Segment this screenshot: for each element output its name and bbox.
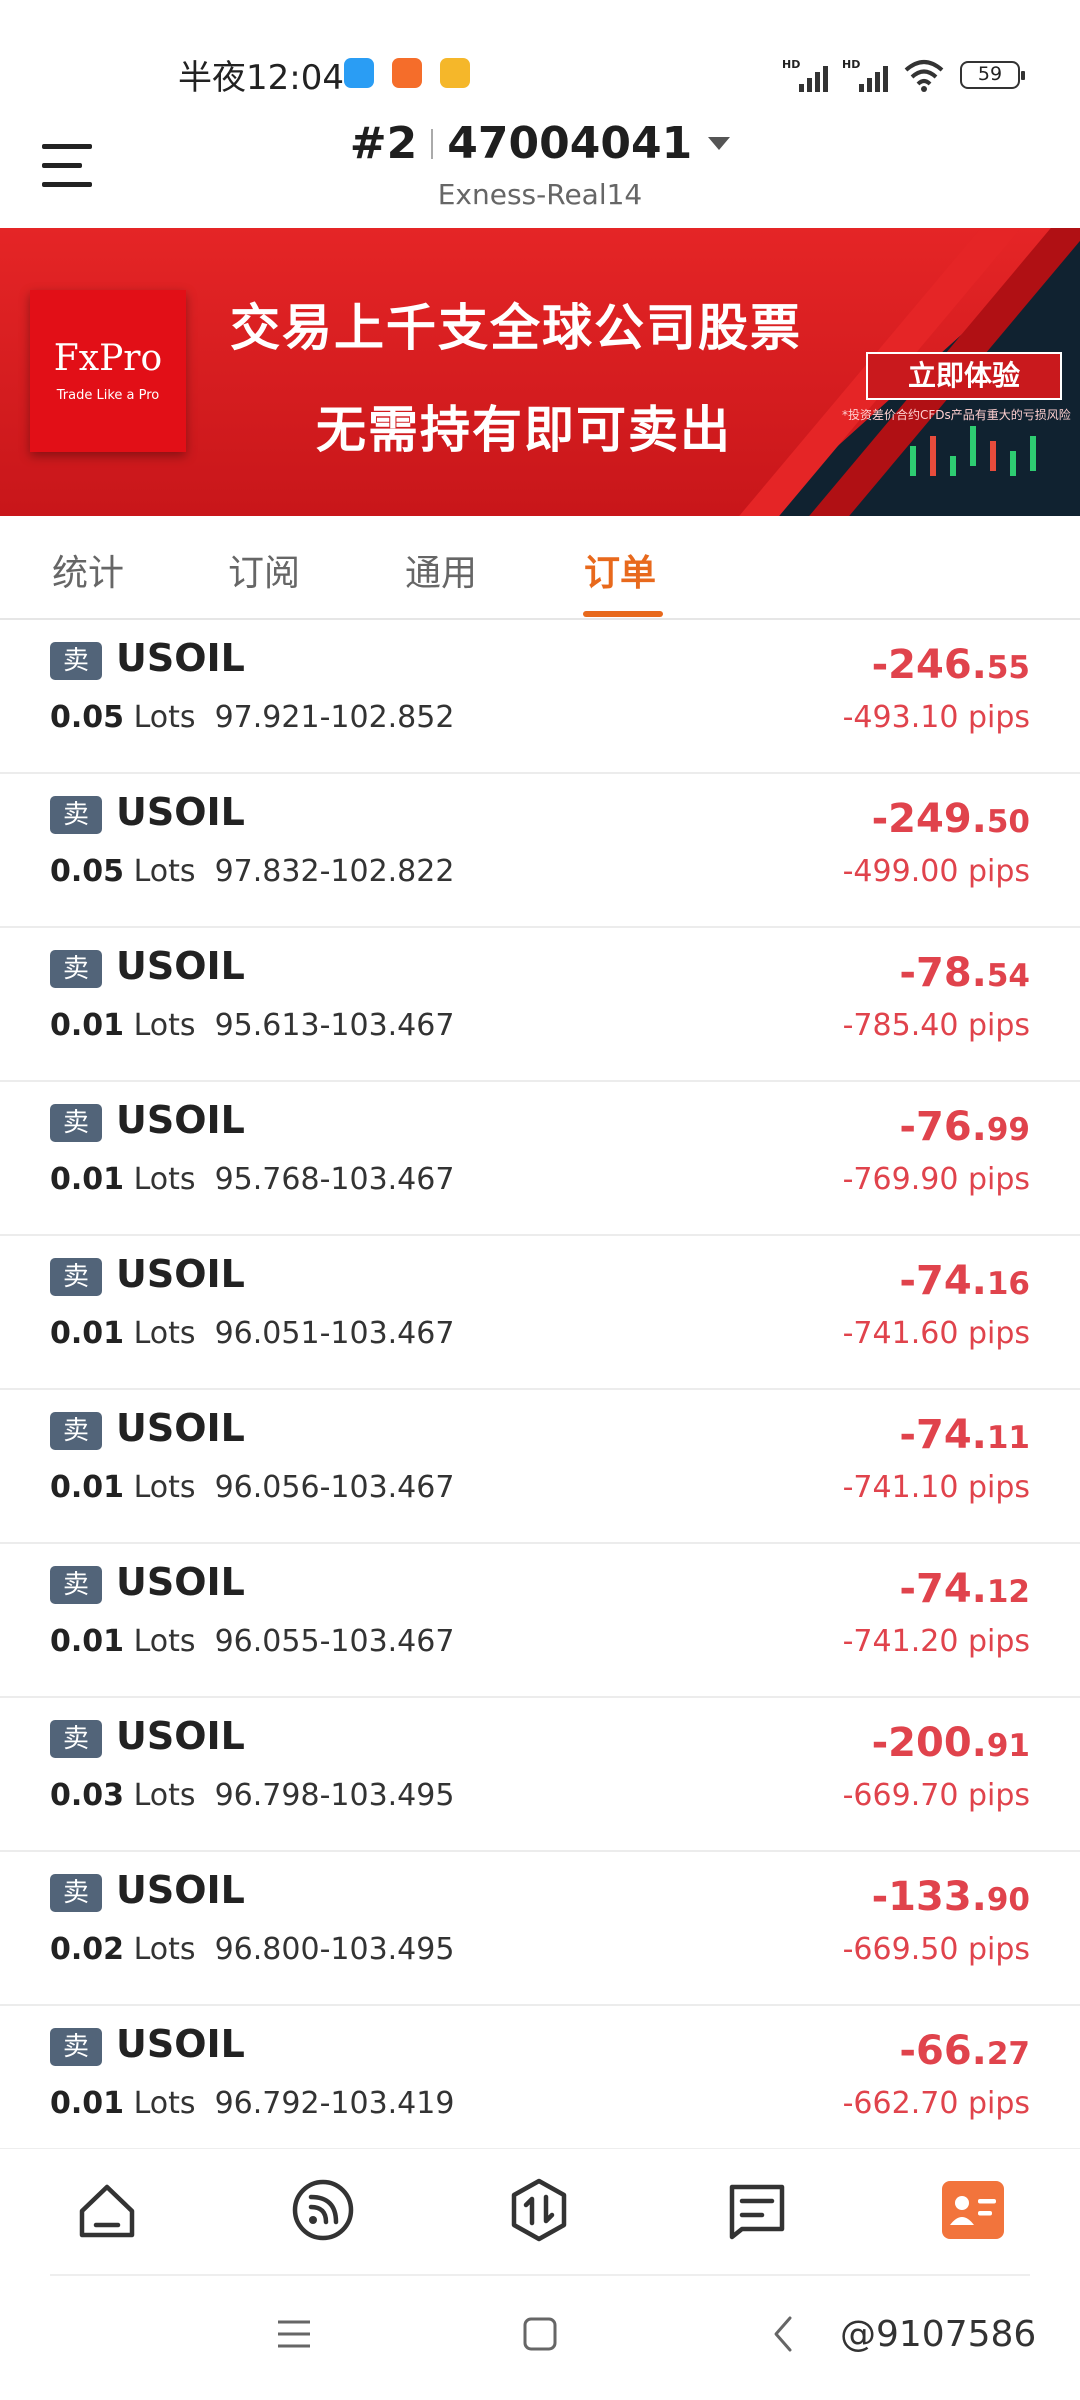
order-lots-prices: 0.02 Lots 96.800-103.495 [50,1932,455,1967]
order-lots-prices: 0.01 Lots 96.792-103.419 [50,2086,455,2121]
feed-icon[interactable] [290,2177,356,2243]
app-notification-icon-1 [344,58,374,88]
account-separator [431,128,434,159]
sell-badge: 卖 [50,1566,102,1604]
fxpro-logo: FxPro Trade Like a Pro [30,290,186,452]
order-row[interactable]: 卖 USOIL 0.02 Lots 96.800-103.495 -133.90… [0,1852,1080,2006]
battery-icon: 59 [960,61,1025,89]
order-lots-prices: 0.01 Lots 96.051-103.467 [50,1316,455,1351]
order-pips: -499.00 pips [842,854,1030,889]
order-pips: -741.60 pips [842,1316,1030,1351]
sell-badge: 卖 [50,1412,102,1450]
home-icon[interactable] [74,2177,140,2243]
account-number: 47004041 [447,118,693,169]
caret-down-icon[interactable] [708,137,731,150]
order-symbol: USOIL [116,1252,245,1296]
status-time: 半夜12:04 [178,58,344,98]
sell-badge: 卖 [50,1720,102,1758]
order-profit: -76.99 [899,1104,1030,1150]
tab-subscribe[interactable]: 订阅 [228,544,300,596]
order-symbol: USOIL [116,944,245,988]
order-lots-prices: 0.03 Lots 96.798-103.495 [50,1778,455,1813]
banner-cta-button[interactable]: 立即体验 [866,352,1062,400]
sell-badge: 卖 [50,2028,102,2066]
order-profit: -246.55 [871,642,1030,688]
order-symbol: USOIL [116,2022,245,2066]
order-profit: -200.91 [871,1720,1030,1766]
system-home-icon[interactable] [520,2314,560,2354]
trade-icon[interactable] [506,2177,572,2243]
mail-notification-icon [440,58,470,88]
server-name: Exness-Real14 [437,178,643,211]
order-lots-prices: 0.01 Lots 95.613-103.467 [50,1008,455,1043]
order-pips: -493.10 pips [842,700,1030,735]
order-lots-prices: 0.01 Lots 96.055-103.467 [50,1624,455,1659]
sell-badge: 卖 [50,642,102,680]
order-lots-prices: 0.05 Lots 97.832-102.822 [50,854,455,889]
system-menu-icon[interactable] [274,2314,314,2354]
order-pips: -785.40 pips [842,1008,1030,1043]
order-profit: -74.11 [899,1412,1030,1458]
sell-badge: 卖 [50,796,102,834]
app-notification-icon-2 [392,58,422,88]
order-lots-prices: 0.05 Lots 97.921-102.852 [50,700,455,735]
order-lots-prices: 0.01 Lots 96.056-103.467 [50,1470,455,1505]
order-row[interactable]: 卖 USOIL 0.03 Lots 96.798-103.495 -200.91… [0,1698,1080,1852]
sell-badge: 卖 [50,1874,102,1912]
order-pips: -741.20 pips [842,1624,1030,1659]
bottom-nav [0,2148,1080,2272]
order-profit: -249.50 [871,796,1030,842]
order-pips: -741.10 pips [842,1470,1030,1505]
order-row[interactable]: 卖 USOIL 0.01 Lots 96.051-103.467 -74.16 … [0,1236,1080,1390]
order-symbol: USOIL [116,1714,245,1758]
profile-card-icon[interactable] [940,2177,1006,2243]
order-row[interactable]: 卖 USOIL 0.01 Lots 96.056-103.467 -74.11 … [0,1390,1080,1544]
order-profit: -66.27 [899,2028,1030,2074]
order-row[interactable]: 卖 USOIL 0.05 Lots 97.921-102.852 -246.55… [0,620,1080,774]
banner-disclaimer: *投资差价合约CFDs产品有重大的亏损风险 [842,408,1071,422]
tab-general[interactable]: 通用 [405,544,477,596]
order-pips: -662.70 pips [842,2086,1030,2121]
sell-badge: 卖 [50,1258,102,1296]
account-index: #2 [349,118,418,169]
order-symbol: USOIL [116,790,245,834]
order-pips: -769.90 pips [842,1162,1030,1197]
message-icon[interactable] [724,2177,790,2243]
tab-stats[interactable]: 统计 [52,544,124,596]
watermark: @9107586 [840,2314,1037,2355]
sell-badge: 卖 [50,1104,102,1142]
order-symbol: USOIL [116,1560,245,1604]
order-row[interactable]: 卖 USOIL 0.01 Lots 95.613-103.467 -78.54 … [0,928,1080,1082]
order-profit: -74.12 [899,1566,1030,1612]
order-profit: -78.54 [899,950,1030,996]
order-lots-prices: 0.01 Lots 95.768-103.467 [50,1162,455,1197]
order-row[interactable]: 卖 USOIL 0.01 Lots 95.768-103.467 -76.99 … [0,1082,1080,1236]
wifi-icon [904,60,944,92]
status-bar: 半夜12:04 HD HD 59 [0,0,1080,130]
order-symbol: USOIL [116,636,245,680]
signal-icon: HD [782,58,828,92]
banner-headline: 交易上千支全球公司股票 [230,299,802,357]
order-row[interactable]: 卖 USOIL 0.01 Lots 96.055-103.467 -74.12 … [0,1544,1080,1698]
order-row[interactable]: 卖 USOIL 0.05 Lots 97.832-102.822 -249.50… [0,774,1080,928]
promo-banner[interactable]: FxPro Trade Like a Pro 交易上千支全球公司股票 无需持有即… [0,228,1080,516]
nav-divider [50,2274,1030,2276]
account-selector[interactable]: #2 47004041 [0,118,1080,169]
system-back-icon[interactable] [764,2314,804,2354]
banner-subheadline: 无需持有即可卖出 [316,401,732,459]
order-profit: -74.16 [899,1258,1030,1304]
order-symbol: USOIL [116,1406,245,1450]
orders-list: 卖 USOIL 0.05 Lots 97.921-102.852 -246.55… [0,620,1080,2160]
order-row[interactable]: 卖 USOIL 0.01 Lots 96.792-103.419 -66.27 … [0,2006,1080,2160]
sell-badge: 卖 [50,950,102,988]
active-tab-indicator [583,611,663,617]
order-symbol: USOIL [116,1868,245,1912]
signal-icon-2: HD [842,58,888,92]
order-pips: -669.70 pips [842,1778,1030,1813]
tab-bar: 统计 订阅 通用 订单 [0,516,1080,620]
order-profit: -133.90 [871,1874,1030,1920]
tab-orders[interactable]: 订单 [584,544,656,596]
order-symbol: USOIL [116,1098,245,1142]
order-pips: -669.50 pips [842,1932,1030,1967]
